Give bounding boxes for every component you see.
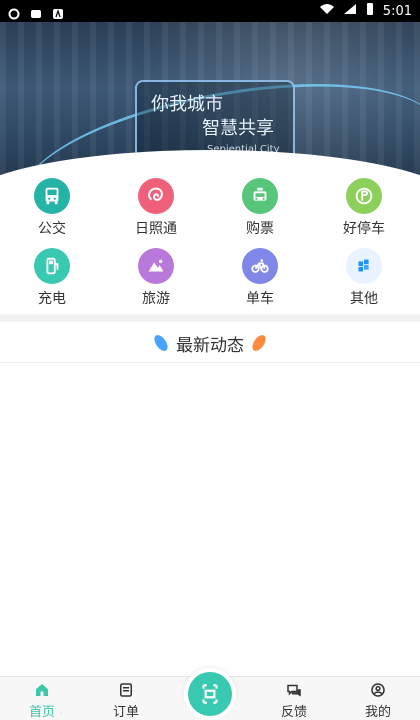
nav-label: 订单 (112, 705, 139, 720)
section-divider (0, 314, 420, 322)
scan-icon (202, 684, 218, 704)
scan-button-inner (188, 672, 232, 716)
service-label: 旅游 (142, 291, 170, 307)
nav-label: 首页 (28, 705, 55, 720)
rizhao-tong-icon (138, 178, 174, 214)
service-item-bus[interactable]: 公交 (0, 178, 104, 238)
nav-home[interactable]: 首页 (7, 681, 77, 720)
bus-icon (34, 178, 70, 214)
service-label: 日照通 (135, 221, 177, 237)
service-label: 公交 (38, 221, 66, 237)
service-item-other[interactable]: 其他 (312, 248, 416, 308)
banner-line1: 你我城市 (151, 94, 223, 115)
feedback-icon (287, 684, 301, 697)
service-label: 其他 (350, 291, 378, 307)
service-item-ticket[interactable]: 购票 (208, 178, 312, 238)
status-time: 5:01 (382, 3, 412, 19)
service-grid: 公交 日照通 购票 好停车 充电 旅游 单车 其他 (0, 166, 420, 312)
banner-line2: 智慧共享 (202, 118, 274, 139)
charging-icon (34, 248, 70, 284)
notification-icon (52, 5, 64, 19)
parking-icon (346, 178, 382, 214)
service-label: 充电 (38, 291, 66, 307)
nav-label: 我的 (364, 705, 391, 720)
service-label: 购票 (246, 221, 274, 237)
battery-icon (365, 2, 375, 20)
decorative-leaf-icon-left (151, 332, 171, 354)
news-separator (0, 362, 420, 363)
orders-icon (120, 683, 132, 697)
wifi-icon (319, 3, 335, 19)
status-right: 5:01 (319, 2, 412, 20)
signal-icon (343, 3, 357, 19)
nav-orders[interactable]: 订单 (91, 681, 161, 720)
service-item-parking[interactable]: 好停车 (312, 178, 416, 238)
service-item-bike[interactable]: 单车 (208, 248, 312, 308)
sync-icon (8, 5, 20, 20)
grid-icon (346, 248, 382, 284)
status-bar: 5:01 (0, 0, 420, 22)
nav-feedback[interactable]: 反馈 (259, 681, 329, 720)
news-section-header: 最新动态 (0, 330, 420, 356)
status-left (8, 5, 64, 20)
decorative-leaf-icon-right (249, 332, 269, 354)
scan-button[interactable] (184, 668, 236, 720)
bike-icon (242, 248, 278, 284)
message-icon (30, 5, 42, 18)
service-item-rizhao-tong[interactable]: 日照通 (104, 178, 208, 238)
home-icon (36, 684, 48, 696)
nav-profile[interactable]: 我的 (343, 681, 413, 720)
profile-icon (371, 683, 385, 697)
banner[interactable]: 你我城市 智慧共享 Sepiential City (0, 22, 420, 190)
taxi-icon (242, 178, 278, 214)
news-title: 最新动态 (176, 335, 244, 356)
travel-mountain-icon (138, 248, 174, 284)
service-item-charging[interactable]: 充电 (0, 248, 104, 308)
service-label: 好停车 (343, 221, 385, 237)
service-item-travel[interactable]: 旅游 (104, 248, 208, 308)
nav-label: 反馈 (280, 705, 307, 720)
service-label: 单车 (246, 291, 274, 307)
